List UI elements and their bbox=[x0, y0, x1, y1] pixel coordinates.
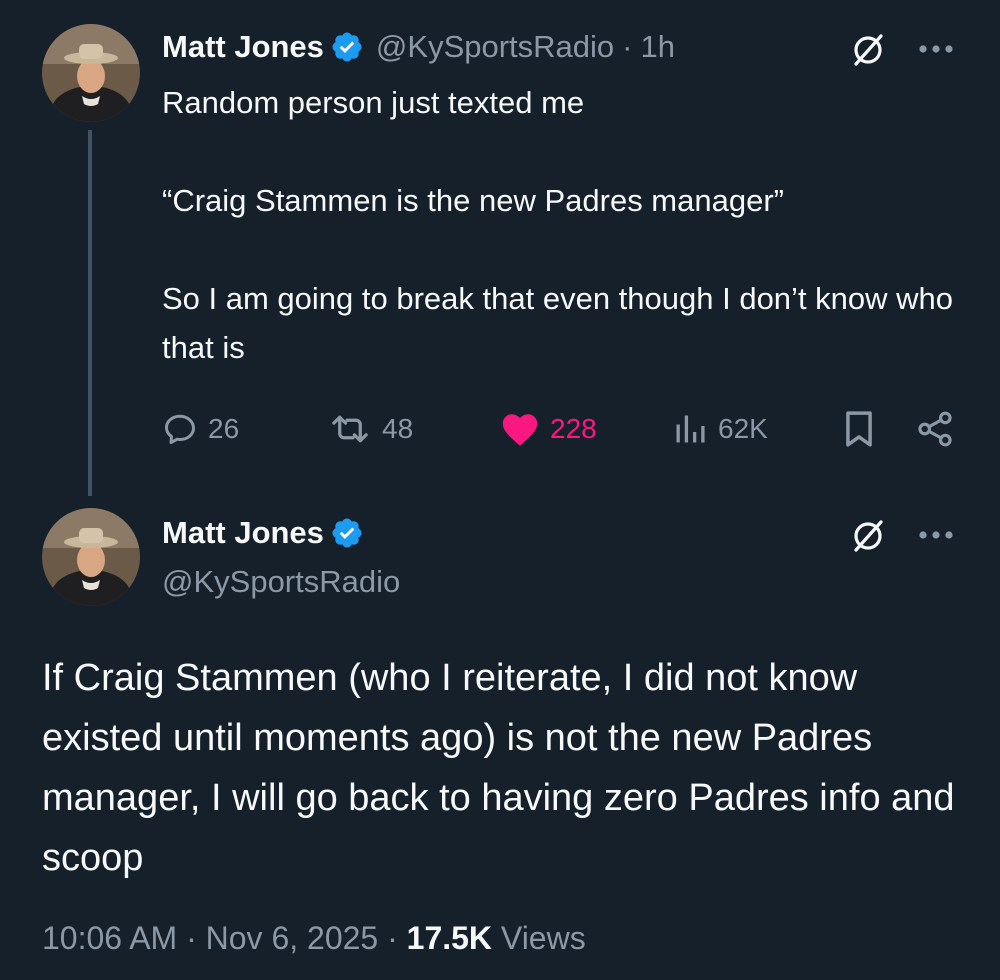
heart-icon bbox=[502, 414, 538, 446]
author-handle[interactable]: @KySportsRadio bbox=[376, 29, 614, 65]
parent-tweet-header: Matt Jones @KySportsRadio · 1h bbox=[162, 26, 675, 68]
separator-dot: · bbox=[387, 920, 398, 956]
main-tweet-header: Matt Jones bbox=[162, 512, 364, 554]
author-name[interactable]: Matt Jones bbox=[162, 29, 324, 65]
more-icon[interactable] bbox=[916, 42, 956, 56]
views-label: Views bbox=[500, 920, 586, 956]
views-total: 17.5K bbox=[406, 920, 493, 956]
tweet-time[interactable]: 1h bbox=[641, 29, 675, 65]
separator-dot: · bbox=[622, 29, 633, 64]
parent-tweet-text: Random person just texted me “Craig Stam… bbox=[162, 78, 962, 372]
avatar-image bbox=[42, 24, 140, 122]
views-button[interactable]: 62K bbox=[672, 408, 768, 450]
tweet-date[interactable]: Nov 6, 2025 bbox=[206, 920, 379, 956]
avatar-image bbox=[42, 508, 140, 606]
tweet-text-line: So I am going to break that even though … bbox=[162, 281, 954, 365]
author-name[interactable]: Matt Jones bbox=[162, 515, 324, 551]
parent-avatar[interactable] bbox=[42, 24, 140, 122]
main-tweet-handle-row: @KySportsRadio bbox=[162, 562, 400, 602]
share-icon bbox=[918, 411, 952, 447]
bookmark-icon bbox=[846, 411, 872, 447]
reply-count: 26 bbox=[208, 413, 240, 444]
repost-count: 48 bbox=[382, 413, 414, 444]
verified-badge-icon[interactable] bbox=[330, 516, 364, 550]
author-handle[interactable]: @KySportsRadio bbox=[162, 564, 400, 600]
separator-dot: · bbox=[186, 920, 197, 956]
repost-icon bbox=[332, 415, 368, 443]
repost-button[interactable]: 48 bbox=[328, 408, 413, 450]
more-icon[interactable] bbox=[916, 528, 956, 542]
main-tweet-text: If Craig Stammen (who I reiterate, I did… bbox=[42, 657, 955, 879]
views-icon bbox=[676, 415, 705, 443]
verified-badge-icon[interactable] bbox=[330, 30, 364, 64]
views-count: 62K bbox=[718, 413, 768, 444]
tweet-timestamp[interactable]: 10:06 AM bbox=[42, 920, 177, 956]
bookmark-button[interactable] bbox=[842, 408, 876, 450]
grok-icon[interactable] bbox=[848, 516, 888, 556]
reply-icon bbox=[165, 414, 195, 444]
reply-button[interactable]: 26 bbox=[162, 408, 239, 450]
share-button[interactable] bbox=[916, 408, 954, 450]
tweet-text-line: “Craig Stammen is the new Padres manager… bbox=[162, 183, 784, 218]
tweet-actions-bar: 26 48 228 62K bbox=[162, 408, 962, 450]
main-avatar[interactable] bbox=[42, 508, 140, 606]
like-button[interactable]: 228 bbox=[500, 408, 597, 450]
grok-icon[interactable] bbox=[848, 30, 888, 70]
tweet-text-line: Random person just texted me bbox=[162, 85, 585, 120]
tweet-metadata: 10:06 AM · Nov 6, 2025 · 17.5K Views bbox=[42, 920, 586, 957]
thread-line bbox=[88, 130, 92, 496]
like-count: 228 bbox=[550, 413, 597, 444]
